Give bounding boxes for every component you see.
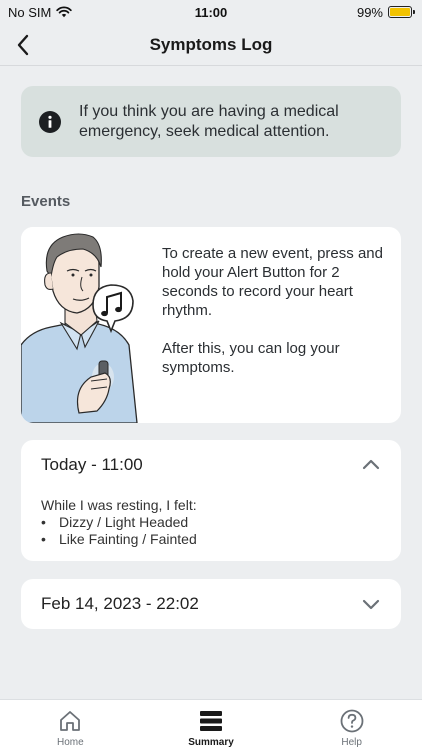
tab-help[interactable]: Help [281, 700, 422, 750]
tab-label: Home [56, 737, 84, 748]
back-button[interactable] [8, 28, 38, 62]
status-bar: No SIM 11:00 99% [0, 0, 422, 24]
events-section-label: Events [21, 193, 71, 210]
symptom-list: • Dizzy / Light Headed • Like Fainting / F… [41, 514, 197, 548]
instruction-text: To create a new event, press and hold yo… [162, 244, 397, 377]
home-icon [60, 711, 81, 731]
event-header[interactable]: Today - 11:00 [41, 440, 381, 490]
wifi-icon [56, 6, 73, 18]
summary-icon [200, 711, 222, 731]
page-title: Symptoms Log [149, 34, 273, 54]
emergency-alert-banner: If you think you are having a medical em… [21, 86, 401, 157]
battery-icon [388, 6, 415, 18]
event-intro: While I was resting, I felt: [41, 497, 197, 513]
symptom-label: Like Fainting / Fainted [59, 531, 197, 547]
help-icon [340, 709, 364, 733]
event-card-expanded[interactable]: Today - 11:00 While I was resting, I fel… [21, 440, 401, 561]
instruction-paragraph-2: After this, you can log your symptoms. [162, 340, 340, 376]
event-card-collapsed[interactable]: Feb 14, 2023 - 22:02 [21, 579, 401, 629]
tab-bar: Home Summary Help [0, 699, 422, 750]
info-icon [39, 110, 61, 133]
list-item: • Like Fainting / Fainted [41, 531, 197, 548]
instruction-paragraph-1: To create a new event, press and hold yo… [162, 245, 383, 319]
event-details: While I was resting, I felt: • Dizzy / Li… [41, 497, 197, 548]
event-title: Feb 14, 2023 - 22:02 [41, 594, 199, 613]
chevron-down-icon[interactable] [361, 594, 381, 614]
event-header[interactable]: Feb 14, 2023 - 22:02 [41, 579, 381, 629]
bullet: • [41, 531, 46, 547]
chevron-up-icon[interactable] [361, 455, 381, 475]
status-left: No SIM [8, 4, 73, 20]
battery-fill [390, 8, 410, 16]
chevron-left-icon [17, 34, 29, 56]
tab-summary[interactable]: Summary [141, 700, 282, 750]
carrier-label: No SIM [8, 4, 52, 20]
battery-percent: 99% [356, 4, 383, 20]
tab-label: Summary [188, 737, 234, 748]
nav-bar: Symptoms Log [0, 24, 422, 66]
bullet: • [41, 514, 46, 530]
tab-home[interactable]: Home [0, 700, 141, 750]
tab-label: Help [341, 737, 362, 748]
instruction-card: To create a new event, press and hold yo… [21, 227, 401, 423]
alert-text: If you think you are having a medical em… [79, 102, 339, 140]
status-right: 99% [356, 4, 415, 20]
symptom-label: Dizzy / Light Headed [59, 514, 189, 530]
person-pressing-alert-button-illustration [21, 227, 161, 423]
list-item: • Dizzy / Light Headed [41, 514, 197, 531]
event-title: Today - 11:00 [41, 455, 143, 474]
